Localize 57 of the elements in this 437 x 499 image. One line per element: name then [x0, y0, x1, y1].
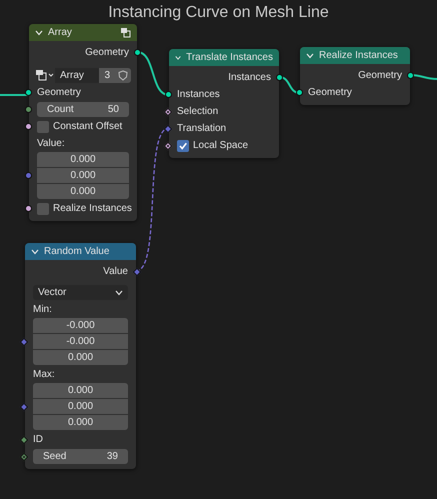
field-label: Value: [37, 138, 65, 149]
number-field[interactable]: 0.000 [33, 415, 128, 430]
shield-icon [118, 70, 128, 80]
collapse-icon[interactable] [175, 54, 182, 60]
number-field[interactable]: Count 50 [37, 102, 129, 117]
checkbox-label: Constant Offset [53, 121, 122, 132]
number-field[interactable]: -0.000 [33, 334, 128, 349]
input-socket-icon[interactable] [165, 90, 172, 98]
input-socket-icon[interactable] [25, 106, 32, 112]
socket-label: Instances [177, 89, 220, 100]
node-group-icon[interactable] [35, 68, 55, 82]
collapse-icon[interactable] [35, 30, 43, 36]
socket-label: Geometry [37, 87, 81, 98]
canvas-title: Instancing Curve on Mesh Line [107, 3, 330, 22]
checkbox-label: Realize Instances [53, 203, 132, 214]
checkbox[interactable] [177, 140, 189, 152]
number-field[interactable]: -0.000 [33, 318, 128, 333]
input-socket-icon[interactable] [296, 88, 303, 96]
input-socket-icon[interactable] [25, 122, 32, 130]
input-socket-icon[interactable] [25, 172, 32, 179]
node-header[interactable]: Random Value [25, 243, 136, 260]
number-field[interactable]: 0.000 [33, 399, 128, 414]
node-header[interactable]: Array [29, 24, 137, 41]
number-field[interactable]: 0.000 [37, 152, 129, 167]
dropdown[interactable]: Vector [33, 285, 128, 300]
collapse-icon[interactable] [31, 248, 39, 254]
socket-label: Instances [228, 72, 271, 83]
field-label: Min: [33, 304, 52, 315]
input-socket-icon[interactable] [25, 204, 32, 212]
checkbox-label: Local Space [193, 140, 248, 151]
number-field[interactable]: 0.000 [37, 184, 129, 199]
datablock-field[interactable]: Array [55, 68, 100, 82]
node-header[interactable]: Realize Instances [300, 47, 410, 64]
checkbox[interactable] [37, 120, 49, 132]
number-field[interactable]: 0.000 [33, 350, 128, 365]
socket-label: Translation [177, 123, 226, 134]
user-count[interactable]: 3 [99, 68, 115, 82]
node-header[interactable]: Translate Instances [169, 49, 279, 66]
socket-label: Geometry [358, 70, 402, 81]
socket-label: Geometry [85, 47, 129, 58]
output-socket-icon[interactable] [276, 74, 283, 80]
input-socket-icon[interactable] [25, 88, 32, 96]
output-socket-icon[interactable] [407, 72, 414, 78]
socket-label: Selection [177, 106, 218, 117]
socket-label: ID [33, 434, 43, 445]
fake-user-button[interactable] [115, 68, 131, 82]
number-field[interactable]: 0.000 [33, 383, 128, 398]
output-socket-icon[interactable] [134, 48, 141, 56]
socket-label: Geometry [308, 87, 352, 98]
collapse-icon[interactable] [306, 52, 314, 58]
socket-label: Value [103, 266, 128, 277]
number-field[interactable]: 0.000 [37, 168, 129, 183]
field-label: Max: [33, 369, 55, 380]
link-curve [0, 94, 29, 96]
chevron-icon [115, 290, 123, 296]
number-field[interactable]: Seed 39 [33, 449, 128, 464]
checkbox[interactable] [37, 202, 49, 214]
